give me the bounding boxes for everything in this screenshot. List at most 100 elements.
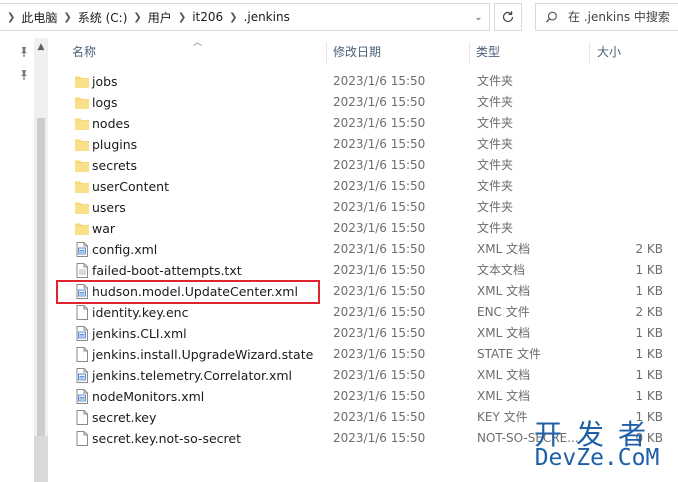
file-name: config.xml <box>92 242 158 257</box>
file-name: secret.key.not-so-secret <box>92 431 241 446</box>
file-row[interactable]: jobs 2023/1/6 15:50 文件夹 <box>72 71 678 92</box>
file-modified-date: 2023/1/6 15:50 <box>333 284 426 298</box>
file-modified-date: 2023/1/6 15:50 <box>333 431 426 445</box>
file-row[interactable]: logs 2023/1/6 15:50 文件夹 <box>72 92 678 113</box>
xml-file-icon <box>74 242 90 257</box>
file-row[interactable]: identity.key.enc 2023/1/6 15:50 ENC 文件 2 KB <box>72 302 678 323</box>
breadcrumb-jenkins[interactable]: .jenkins <box>244 10 290 24</box>
file-modified-date: 2023/1/6 15:50 <box>333 116 426 130</box>
file-type: XML 文档 <box>477 242 531 256</box>
watermark: 开发者 DevZe.CoM <box>519 413 675 479</box>
scrollbar-thumb[interactable] <box>37 118 45 470</box>
file-type: XML 文档 <box>477 368 531 382</box>
column-header-size[interactable]: 大小 <box>591 38 621 66</box>
file-row[interactable]: jenkins.telemetry.Correlator.xml 2023/1/6… <box>72 365 678 386</box>
file-name: plugins <box>92 137 138 152</box>
file-size: 2 KB <box>635 305 663 319</box>
text-file-icon <box>74 263 90 278</box>
folder-icon <box>74 179 90 194</box>
pin-icon[interactable] <box>18 69 30 81</box>
file-type: 文件夹 <box>477 179 514 193</box>
file-size: 1 KB <box>635 389 663 403</box>
file-size: 1 KB <box>635 347 663 361</box>
refresh-icon <box>502 11 514 23</box>
file-type: 文件夹 <box>477 137 514 151</box>
file-row[interactable]: jenkins.CLI.xml 2023/1/6 15:50 XML 文档 1 KB <box>72 323 678 344</box>
file-size: 2 KB <box>635 242 663 256</box>
file-name: jenkins.CLI.xml <box>92 326 187 341</box>
file-type: 文件夹 <box>477 74 514 88</box>
watermark-line-2: DevZe.CoM <box>534 445 660 471</box>
file-row[interactable]: nodeMonitors.xml 2023/1/6 15:50 XML 文档 1 KB <box>72 386 678 407</box>
breadcrumb-it206[interactable]: it206 <box>192 10 223 24</box>
file-name: users <box>92 200 126 215</box>
file-row[interactable]: plugins 2023/1/6 15:50 文件夹 <box>72 134 678 155</box>
file-modified-date: 2023/1/6 15:50 <box>333 95 426 109</box>
file-size: 1 KB <box>635 326 663 340</box>
file-row[interactable]: nodes 2023/1/6 15:50 文件夹 <box>72 113 678 134</box>
folder-icon <box>74 137 90 152</box>
file-icon <box>74 347 90 362</box>
file-modified-date: 2023/1/6 15:50 <box>333 389 426 403</box>
column-divider[interactable] <box>589 42 590 64</box>
file-modified-date: 2023/1/6 15:50 <box>333 158 426 172</box>
highlight-box <box>56 280 320 304</box>
file-row[interactable]: secrets 2023/1/6 15:50 文件夹 <box>72 155 678 176</box>
file-row[interactable]: failed-boot-attempts.txt 2023/1/6 15:50 文本… <box>72 260 678 281</box>
toolbar: ❯ 此电脑 ❯ 系统 (C:) ❯ 用户 ❯ it206 ❯ .jenkins … <box>0 0 678 34</box>
column-header-name[interactable]: 名称 <box>66 38 96 66</box>
chevron-right-icon: ❯ <box>177 11 187 23</box>
sort-ascending-icon: ︿ <box>193 38 203 48</box>
file-row[interactable]: config.xml 2023/1/6 15:50 XML 文档 2 KB <box>72 239 678 260</box>
xml-file-icon <box>74 326 90 341</box>
column-header-date[interactable]: 修改日期 <box>327 38 381 66</box>
file-name: identity.key.enc <box>92 305 189 320</box>
chevron-right-icon: ❯ <box>229 11 238 23</box>
folder-icon <box>74 95 90 110</box>
pin-icon[interactable] <box>18 46 30 58</box>
file-name: war <box>92 221 116 236</box>
column-header-type[interactable]: 类型 <box>470 38 500 66</box>
file-type: XML 文档 <box>477 389 531 403</box>
xml-file-icon <box>74 389 90 404</box>
file-size: 1 KB <box>635 263 663 277</box>
search-box[interactable] <box>535 3 678 31</box>
address-dropdown-button[interactable]: ⌄ <box>468 3 490 31</box>
scrollbar-track-end <box>34 436 48 482</box>
breadcrumb-users[interactable]: 用户 <box>148 9 172 26</box>
file-row[interactable]: users 2023/1/6 15:50 文件夹 <box>72 197 678 218</box>
file-size: 1 KB <box>635 368 663 382</box>
file-type: 文件夹 <box>477 95 514 109</box>
search-icon <box>545 11 557 23</box>
file-type: STATE 文件 <box>477 347 542 361</box>
file-type: ENC 文件 <box>477 305 530 319</box>
file-modified-date: 2023/1/6 15:50 <box>333 347 426 361</box>
refresh-button[interactable] <box>494 3 522 31</box>
file-modified-date: 2023/1/6 15:50 <box>333 326 426 340</box>
chevron-right-icon: ❯ <box>133 11 142 23</box>
file-modified-date: 2023/1/6 15:50 <box>333 179 426 193</box>
file-name: jobs <box>92 74 118 89</box>
file-row[interactable]: userContent 2023/1/6 15:50 文件夹 <box>72 176 678 197</box>
breadcrumb-system-c[interactable]: 系统 (C:) <box>78 9 128 26</box>
file-type: 文件夹 <box>477 200 514 214</box>
breadcrumb: ❯ 此电脑 ❯ 系统 (C:) ❯ 用户 ❯ it206 ❯ .jenkins <box>7 9 290 26</box>
file-name: secrets <box>92 158 138 173</box>
file-modified-date: 2023/1/6 15:50 <box>333 242 426 256</box>
file-name: failed-boot-attempts.txt <box>92 263 242 278</box>
breadcrumb-this-pc[interactable]: 此电脑 <box>21 9 57 26</box>
file-type: 文件夹 <box>477 116 514 130</box>
search-input[interactable] <box>568 10 678 24</box>
file-modified-date: 2023/1/6 15:50 <box>333 200 426 214</box>
address-bar[interactable]: ❯ 此电脑 ❯ 系统 (C:) ❯ 用户 ❯ it206 ❯ .jenkins <box>0 3 490 31</box>
folder-icon <box>74 74 90 89</box>
folder-icon <box>74 200 90 215</box>
file-row[interactable]: jenkins.install.UpgradeWizard.state 2023/… <box>72 344 678 365</box>
file-modified-date: 2023/1/6 15:50 <box>333 221 426 235</box>
file-icon <box>74 305 90 320</box>
file-icon <box>74 431 90 446</box>
navigation-scrollbar[interactable]: ▲ <box>34 38 48 482</box>
file-row[interactable]: war 2023/1/6 15:50 文件夹 <box>72 218 678 239</box>
file-name: nodes <box>92 116 130 131</box>
scroll-up-arrow-icon[interactable]: ▲ <box>34 42 48 52</box>
